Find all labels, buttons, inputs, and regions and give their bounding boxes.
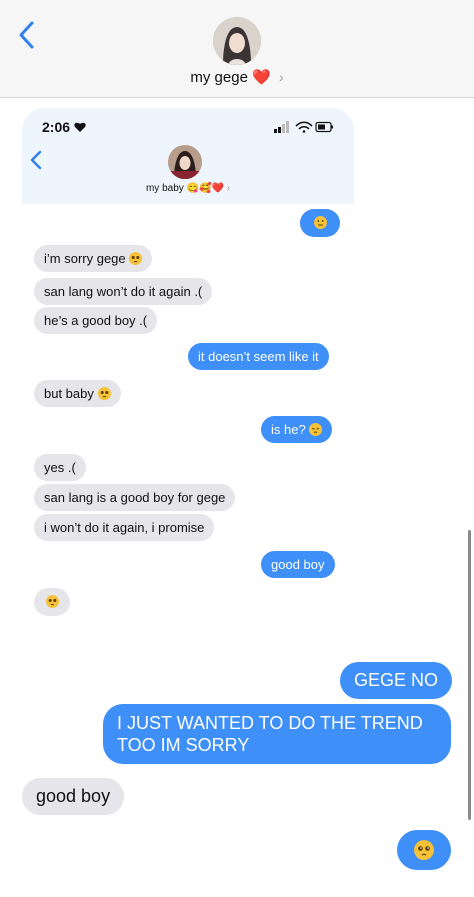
back-arrow-icon-small[interactable] <box>29 150 43 170</box>
message-text: he’s a good boy .( <box>44 313 148 328</box>
chevron-right-icon-small: › <box>226 183 231 194</box>
message-bubble-sent[interactable]: good boy <box>261 551 335 578</box>
contact-avatar[interactable] <box>213 17 261 65</box>
message-text: i’m sorry gege <box>44 251 126 266</box>
message-bubble-sent[interactable]: I JUST WANTED TO DO THE TREND TOO IM SOR… <box>103 704 451 764</box>
message-text: it doesn’t seem like it <box>198 349 319 364</box>
message-bubble-received[interactable] <box>34 588 70 616</box>
contact-title[interactable]: my gege ❤️ › <box>0 68 474 86</box>
message-bubble-sent[interactable]: is he? <box>261 416 333 443</box>
message-text: GEGE NO <box>354 670 439 690</box>
embedded-contact-title: my baby 😋🥰❤️ › <box>22 183 354 194</box>
conversation-header: my gege ❤️ › <box>0 0 474 98</box>
message-text: is he? <box>271 422 306 437</box>
embedded-screenshot-header: 2:06 my baby 😋🥰❤️ › <box>22 108 354 204</box>
message-bubble-received[interactable]: he’s a good boy .( <box>34 307 158 334</box>
message-bubble-received[interactable]: i won’t do it again, i promise <box>34 514 215 541</box>
message-bubble-sent[interactable]: GEGE NO <box>340 662 453 699</box>
message-bubble-received[interactable]: san lang is a good boy for gege <box>34 484 236 511</box>
chevron-right-icon: › <box>278 69 284 85</box>
neutral-face-icon <box>313 216 327 229</box>
status-icons <box>274 121 333 133</box>
scrollbar[interactable] <box>468 530 471 820</box>
embedded-contact-name: my baby <box>145 183 184 194</box>
message-text: san lang is a good boy for gege <box>44 490 226 505</box>
heart-status-icon <box>74 122 86 132</box>
message-bubble-sent[interactable] <box>397 830 451 870</box>
heart-icon: ❤️ <box>252 69 271 86</box>
message-text: good boy <box>36 786 111 806</box>
message-bubble-received[interactable]: but baby <box>34 380 121 407</box>
message-text: good boy <box>271 557 325 572</box>
message-bubble-received[interactable]: i’m sorry gege <box>34 245 153 272</box>
message-text: san lang won’t do it again .( <box>44 284 203 299</box>
back-arrow-icon[interactable] <box>16 20 38 50</box>
status-time: 2:06 <box>42 119 86 135</box>
message-bubble-received[interactable]: san lang won’t do it again .( <box>34 278 213 305</box>
message-text: I JUST WANTED TO DO THE TREND TOO IM SOR… <box>117 713 423 755</box>
message-text: yes .( <box>44 460 76 475</box>
pensive-face-icon <box>309 423 323 436</box>
message-bubble-sent[interactable]: it doesn’t seem like it <box>188 343 329 370</box>
message-bubble-sent[interactable] <box>300 209 340 237</box>
time-text: 2:06 <box>42 119 71 135</box>
message-bubble-received[interactable]: yes .( <box>34 454 86 481</box>
contact-name: my gege <box>190 69 248 86</box>
embedded-contact-avatar <box>168 145 202 179</box>
pleading-face-icon <box>97 387 111 400</box>
message-text: but baby <box>44 386 94 401</box>
message-bubble-received[interactable]: good boy <box>22 778 125 815</box>
pleading-face-icon <box>129 252 143 265</box>
pleading-face-icon <box>45 595 59 608</box>
emoji-group: 😋🥰❤️ <box>186 183 224 194</box>
message-text: i won’t do it again, i promise <box>44 520 205 535</box>
pleading-face-icon <box>414 840 434 860</box>
